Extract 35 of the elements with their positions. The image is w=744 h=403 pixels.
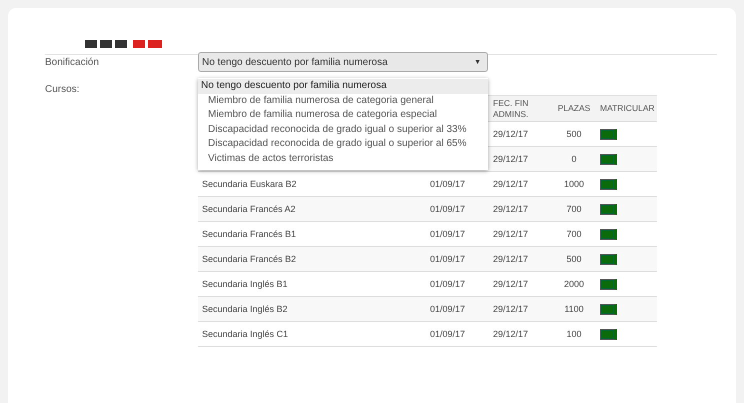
dropdown-option[interactable]: Miembro de familia numerosa de categoria general xyxy=(198,94,488,108)
field-label: Bonificación xyxy=(45,56,100,70)
table-cell: 29/12/17 xyxy=(489,197,552,222)
enroll-button[interactable] xyxy=(600,128,617,140)
dropdown-option[interactable]: Discapacidad reconocida de grado igual o superior al 33% xyxy=(198,122,488,138)
dropdown-option[interactable]: Victimas de actos terroristas xyxy=(198,152,488,167)
enroll-button[interactable] xyxy=(600,328,617,340)
table-cell: Secundaria Francés B2 xyxy=(198,247,426,272)
enroll-button[interactable] xyxy=(600,304,617,314)
table-cell: 29/12/17 xyxy=(489,247,552,272)
dropdown-option[interactable]: Discapacidad reconocida de grado igual o superior al 65% xyxy=(198,137,488,152)
field-label: Cursos: xyxy=(45,83,80,95)
dropdown-option[interactable]: Miembro de familia numerosa de categoria especial xyxy=(198,108,488,123)
enroll-button[interactable] xyxy=(600,154,617,164)
enroll-button[interactable] xyxy=(600,254,617,264)
column-header: MATRICULAR xyxy=(596,95,657,122)
logo-icon xyxy=(85,38,165,50)
table-cell: 29/12/17 xyxy=(489,147,552,172)
enroll-button[interactable] xyxy=(600,204,617,214)
table-cell: 1100 xyxy=(552,297,596,322)
column-header: FEC. FIN ADMINS. xyxy=(489,95,552,122)
table-cell: Secundaria Inglés B2 xyxy=(198,297,426,322)
table-cell: Secundaria Francés A2 xyxy=(198,197,426,222)
table-cell: 500 xyxy=(552,247,596,272)
table-cell: 01/09/17 xyxy=(426,297,489,322)
table-cell: 29/12/17 xyxy=(489,297,552,322)
table-cell: 700 xyxy=(552,197,596,222)
enroll-button[interactable] xyxy=(600,178,617,190)
column-header: PLAZAS xyxy=(552,95,596,122)
enroll-button[interactable] xyxy=(600,278,617,290)
enroll-button[interactable] xyxy=(600,228,617,240)
dropdown-option[interactable]: No tengo descuento por familia numerosa xyxy=(198,79,488,94)
table-cell: 01/09/17 xyxy=(426,197,489,222)
table-cell: 0 xyxy=(552,147,596,172)
table-cell: 01/09/17 xyxy=(426,247,489,272)
